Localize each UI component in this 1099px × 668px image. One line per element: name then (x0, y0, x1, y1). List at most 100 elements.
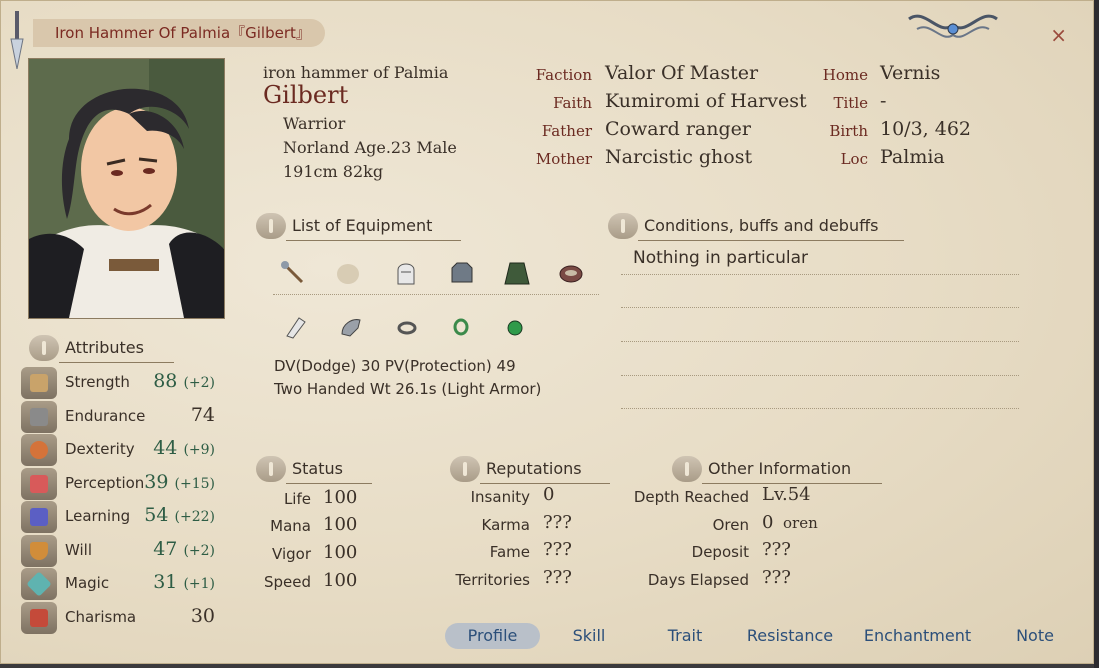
belt-icon[interactable] (558, 260, 584, 286)
tab-resistance[interactable]: Resistance (743, 623, 837, 649)
conditions-line (621, 341, 1019, 342)
faction-label: Faction (535, 66, 592, 84)
tab-skill[interactable]: Skill (553, 623, 625, 649)
ring-icon[interactable] (394, 314, 420, 340)
attribute-label: Magic (65, 574, 110, 592)
reputation-label: Insanity (470, 488, 530, 506)
loc-value: Palmia (880, 146, 945, 168)
equipment-divider (273, 294, 599, 295)
other-info-label: Oren (712, 516, 749, 534)
section-bullet-icon (608, 213, 638, 239)
dv-pv-text: DV(Dodge) 30 PV(Protection) 49 (274, 357, 516, 375)
conditions-line (621, 274, 1019, 275)
empty-slot-icon[interactable] (335, 260, 361, 286)
attribute-row-perception[interactable]: Perception 39 (+15) (21, 468, 221, 500)
other-info-label: Deposit (691, 543, 749, 561)
helmet-icon[interactable] (393, 260, 419, 286)
status-label: Life (283, 490, 311, 508)
attribute-bonus: (+1) (183, 576, 215, 592)
birth-value: 10/3, 462 (880, 118, 972, 140)
attribute-row-endurance[interactable]: Endurance 74 (21, 401, 221, 433)
attribute-value: 74 (190, 404, 215, 426)
attribute-bonus: (+15) (174, 476, 215, 492)
pin-ornament-icon (10, 11, 24, 69)
status-label: Mana (270, 517, 311, 535)
status-section-header: Status (256, 456, 376, 484)
section-bullet-icon (29, 335, 59, 361)
attribute-row-learning[interactable]: Learning 54 (+22) (21, 501, 221, 533)
character-name: Gilbert (263, 81, 349, 109)
gauntlet-icon[interactable] (338, 314, 364, 340)
attribute-value: 88 (153, 370, 178, 392)
character-portrait (28, 58, 225, 319)
section-bullet-icon (256, 213, 286, 239)
other-info-label: Days Elapsed (647, 571, 749, 589)
reputation-value: 0 (543, 484, 555, 505)
status-heading: Status (292, 459, 343, 478)
other-info-heading: Other Information (708, 459, 852, 478)
reputation-label: Fame (489, 543, 530, 561)
attribute-row-dexterity[interactable]: Dexterity 44 (+9) (21, 434, 221, 466)
tab-enchantment[interactable]: Enchantment (861, 623, 974, 649)
character-height-weight: 191cm 82kg (283, 162, 384, 181)
attribute-row-strength[interactable]: Strength 88 (+2) (21, 367, 221, 399)
conditions-line (621, 408, 1019, 409)
reputations-heading: Reputations (486, 459, 582, 478)
attribute-row-will[interactable]: Will 47 (+2) (21, 535, 221, 567)
cloak-icon[interactable] (504, 260, 530, 286)
close-button[interactable]: × (1050, 23, 1067, 47)
amulet-icon[interactable] (502, 314, 528, 340)
status-value: 100 (323, 542, 358, 563)
window-title: Iron Hammer Of Palmia『Gilbert』 (33, 19, 325, 47)
tab-note[interactable]: Note (1007, 623, 1063, 649)
faction-value: Valor Of Master (605, 62, 759, 84)
character-race-age-sex: Norland Age.23 Male (283, 138, 457, 157)
equipment-stats: DV(Dodge) 30 PV(Protection) 49 Two Hande… (274, 355, 541, 401)
faith-value: Kumiromi of Harvest (605, 90, 807, 112)
conditions-section-header: Conditions, buffs and debuffs (608, 213, 908, 241)
attributes-heading: Attributes (65, 338, 144, 357)
father-value: Coward ranger (605, 118, 751, 140)
attribute-value: 39 (144, 471, 169, 493)
tab-trait[interactable]: Trait (651, 623, 719, 649)
section-bullet-icon (256, 456, 286, 482)
ring-icon[interactable] (448, 314, 474, 340)
attribute-label: Dexterity (65, 440, 135, 458)
conditions-line (621, 307, 1019, 308)
tab-profile[interactable]: Profile (445, 623, 540, 649)
chainmail-icon[interactable] (449, 260, 475, 286)
staff-icon[interactable] (280, 260, 306, 286)
attribute-label: Perception (65, 474, 145, 492)
sword-icon (21, 367, 57, 399)
home-value: Vernis (880, 62, 941, 84)
target-icon (21, 468, 57, 500)
character-alias: iron hammer of Palmia (263, 63, 449, 82)
attribute-bonus: (+2) (183, 543, 215, 559)
equipment-section-header: List of Equipment (256, 213, 466, 241)
other-info-value: 0 (762, 512, 774, 533)
attribute-row-magic[interactable]: Magic 31 (+1) (21, 568, 221, 600)
status-value: 100 (323, 570, 358, 591)
crystal-icon (21, 568, 57, 600)
conditions-heading: Conditions, buffs and debuffs (644, 216, 879, 235)
title-value: - (880, 90, 887, 112)
tab-bar: Profile Skill Trait Resistance Enchantme… (1, 623, 1093, 651)
attribute-value: 47 (153, 538, 178, 560)
corner-ornament-icon (908, 14, 998, 38)
other-info-section-header: Other Information (672, 456, 887, 484)
status-value: 100 (323, 487, 358, 508)
attributes-section-header: Attributes (29, 335, 179, 363)
attribute-bonus: (+9) (183, 442, 215, 458)
bracer-icon[interactable] (283, 314, 309, 340)
reputation-value: ??? (543, 539, 572, 560)
oren-unit: oren (783, 514, 818, 532)
conditions-line (621, 375, 1019, 376)
other-info-label: Depth Reached (633, 488, 749, 506)
attribute-bonus: (+22) (174, 509, 215, 525)
conditions-text: Nothing in particular (633, 248, 808, 268)
attribute-value: 44 (153, 437, 178, 459)
home-label: Home (822, 66, 868, 84)
attribute-label: Learning (65, 507, 131, 525)
coin-icon (21, 434, 57, 466)
character-sheet: Iron Hammer Of Palmia『Gilbert』 × iron ha… (0, 0, 1094, 664)
